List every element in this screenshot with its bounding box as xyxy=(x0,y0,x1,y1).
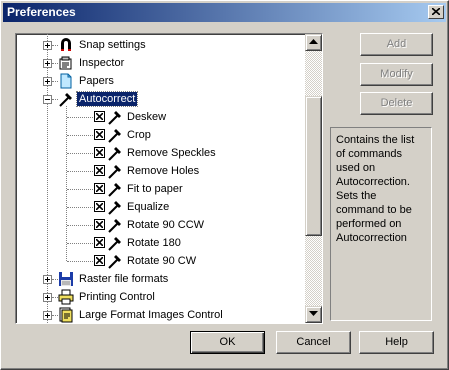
checkbox[interactable] xyxy=(94,111,105,122)
window-title: Preferences xyxy=(7,5,76,19)
scroll-up-button[interactable] xyxy=(305,34,322,51)
tree-node-label: Raster file formats xyxy=(79,273,169,285)
checkbox[interactable] xyxy=(94,147,105,158)
tree-child-label: Remove Holes xyxy=(127,165,200,177)
printer-icon xyxy=(58,289,74,305)
tree-node-label: Papers xyxy=(79,75,114,87)
tree-node-label: Autocorrect xyxy=(75,91,139,107)
close-icon xyxy=(432,8,440,15)
large-format-icon xyxy=(58,307,74,323)
expand-plus-icon[interactable] xyxy=(43,59,52,68)
delete-button[interactable]: Delete xyxy=(360,92,433,115)
expand-plus-icon[interactable] xyxy=(43,293,52,302)
wand-icon xyxy=(107,253,123,269)
tree-connector xyxy=(67,243,93,245)
tree-connector xyxy=(67,225,93,227)
inspector-icon xyxy=(58,55,74,71)
checkbox[interactable] xyxy=(94,237,105,248)
tree-connector xyxy=(67,207,93,209)
checkbox[interactable] xyxy=(94,129,105,140)
tree-connector xyxy=(67,153,93,155)
wand-icon xyxy=(107,163,123,179)
title-bar[interactable]: Preferences xyxy=(3,3,446,22)
scroll-thumb[interactable] xyxy=(305,96,322,236)
checkbox[interactable] xyxy=(94,219,105,230)
wand-icon xyxy=(107,145,123,161)
tree-child-label: Equalize xyxy=(127,201,170,213)
collapse-minus-icon[interactable] xyxy=(43,95,52,104)
tree-connector xyxy=(67,135,93,137)
modify-button[interactable]: Modify xyxy=(360,63,433,86)
expand-plus-icon[interactable] xyxy=(43,311,52,320)
tree-child-label: Crop xyxy=(127,129,151,141)
scroll-down-button[interactable] xyxy=(305,306,322,323)
checkbox[interactable] xyxy=(94,201,105,212)
checkbox[interactable] xyxy=(94,255,105,266)
arrow-down-icon xyxy=(309,311,318,316)
tree-node[interactable]: Raster file formats xyxy=(16,270,305,288)
tree-child-label: Rotate 90 CW xyxy=(127,255,197,267)
tree-child-node[interactable]: Remove Speckles xyxy=(16,144,305,162)
preferences-tree[interactable]: Snap settings Inspector Papers Autocorrect D… xyxy=(15,33,323,324)
wand-icon xyxy=(107,127,123,143)
floppy-icon xyxy=(58,271,74,287)
tree-child-node[interactable]: Crop xyxy=(16,126,305,144)
tree-child-node[interactable]: Remove Holes xyxy=(16,162,305,180)
expand-plus-icon[interactable] xyxy=(43,41,52,50)
ok-button[interactable]: OK xyxy=(190,331,265,354)
tree-child-node[interactable]: Fit to paper xyxy=(16,180,305,198)
add-button[interactable]: Add xyxy=(360,33,433,56)
tree-content: Snap settings Inspector Papers Autocorrect D… xyxy=(16,34,305,323)
expand-plus-icon[interactable] xyxy=(43,275,52,284)
checkbox[interactable] xyxy=(94,183,105,194)
tree-child-label: Rotate 180 xyxy=(127,237,181,249)
tree-child-node[interactable]: Equalize xyxy=(16,198,305,216)
tree-connector xyxy=(67,117,93,119)
vertical-scrollbar[interactable] xyxy=(305,34,322,323)
tree-connector xyxy=(67,261,93,263)
tree-node[interactable]: Papers xyxy=(16,72,305,90)
tree-connector xyxy=(67,189,93,191)
tree-node[interactable]: Autocorrect xyxy=(16,90,305,108)
wand-icon xyxy=(107,235,123,251)
tree-node-label: Inspector xyxy=(79,57,125,69)
tree-child-node[interactable]: Rotate 180 xyxy=(16,234,305,252)
close-button[interactable] xyxy=(428,5,444,19)
tree-node-label: Printing Control xyxy=(79,291,155,303)
tree-child-node[interactable]: Rotate 90 CW xyxy=(16,252,305,270)
checkbox[interactable] xyxy=(94,165,105,176)
wand-icon xyxy=(107,181,123,197)
tree-child-label: Fit to paper xyxy=(127,183,183,195)
arrow-up-icon xyxy=(309,39,318,44)
wand-icon xyxy=(107,217,123,233)
tree-node[interactable]: Snap settings xyxy=(16,36,305,54)
tree-child-label: Remove Speckles xyxy=(127,147,216,159)
tree-child-node[interactable]: Rotate 90 CCW xyxy=(16,216,305,234)
help-button[interactable]: Help xyxy=(359,331,434,354)
tree-node[interactable]: Printing Control xyxy=(16,288,305,306)
tree-child-label: Deskew xyxy=(127,111,167,123)
tree-node[interactable]: Inspector xyxy=(16,54,305,72)
wand-icon xyxy=(107,109,123,125)
cancel-button[interactable]: Cancel xyxy=(276,331,351,354)
wand-icon xyxy=(58,91,74,107)
tree-child-label: Rotate 90 CCW xyxy=(127,219,205,231)
tree-child-node[interactable]: Deskew xyxy=(16,108,305,126)
tree-node[interactable]: Large Format Images Control xyxy=(16,306,305,323)
tree-node-label: Large Format Images Control xyxy=(79,309,223,321)
tree-connector xyxy=(67,171,93,173)
description-panel: Contains the list of commands used on Au… xyxy=(330,127,432,321)
wand-icon xyxy=(107,199,123,215)
paper-icon xyxy=(58,73,74,89)
tree-node-label: Snap settings xyxy=(79,39,146,51)
expand-plus-icon[interactable] xyxy=(43,77,52,86)
magnet-icon xyxy=(58,37,74,53)
